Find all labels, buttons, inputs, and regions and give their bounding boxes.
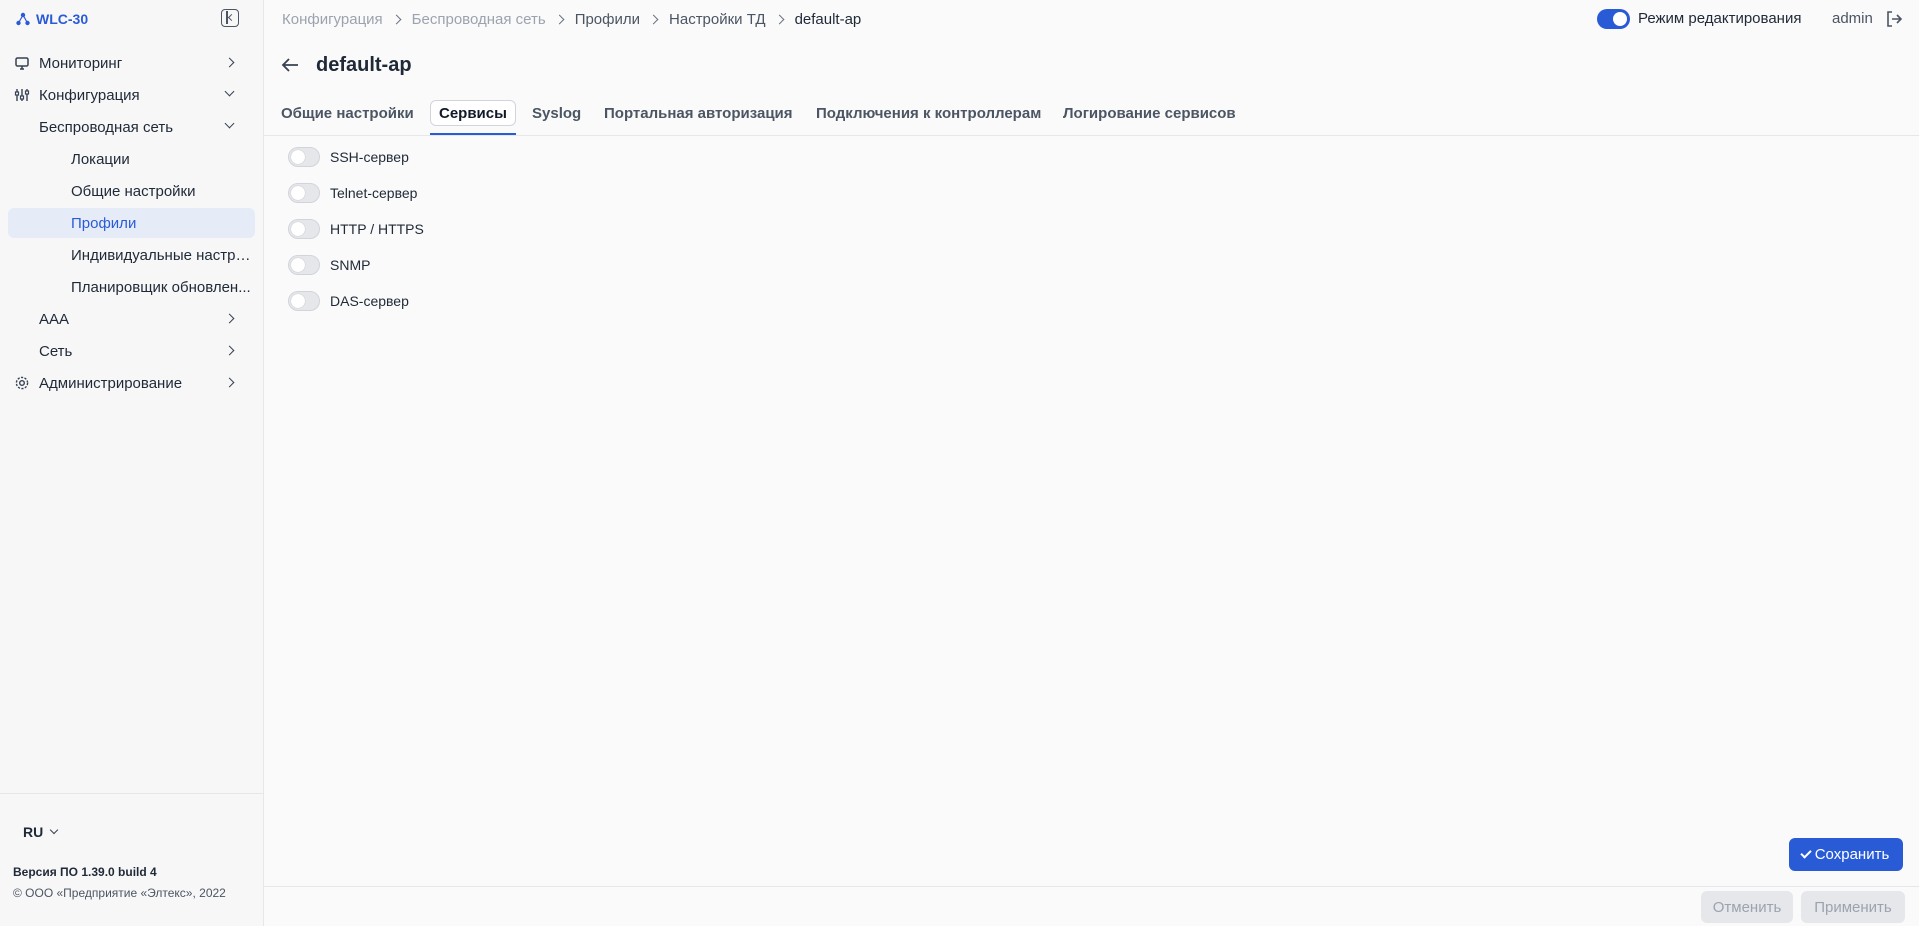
chevron-right-icon [224,57,235,68]
service-row-http: HTTP / HTTPS [288,218,424,240]
snmp-toggle[interactable] [288,255,320,275]
service-row-das: DAS-сервер [288,290,409,312]
service-row-telnet: Telnet-сервер [288,182,417,204]
sidebar-item-wireless[interactable]: Беспроводная сеть [8,112,255,142]
edit-mode-label: Режим редактирования [1638,10,1802,27]
chevron-right-icon [554,14,565,24]
back-arrow-icon[interactable] [281,57,299,73]
sidebar-item-network[interactable]: Сеть [8,336,255,366]
footer-divider [264,886,1919,887]
service-label: DAS-сервер [330,293,409,309]
breadcrumb-item[interactable]: Профили [575,11,640,28]
sidebar-collapse-icon[interactable] [221,9,239,27]
breadcrumb-item[interactable]: Конфигурация [282,11,383,28]
chevron-right-icon [648,14,659,24]
brand[interactable]: WLC-30 [16,9,88,29]
sidebar-item-label: Конфигурация [39,86,140,104]
sidebar-item-label: Сеть [39,342,73,360]
software-version: Версия ПО 1.39.0 build 4 [13,865,157,879]
apply-button[interactable]: Применить [1801,891,1905,923]
sidebar-item-label: Локации [71,150,130,168]
sidebar-item-administration[interactable]: Администрирование [8,368,255,398]
sidebar-item-update-scheduler[interactable]: Планировщик обновлен... [8,272,255,302]
copyright: © ООО «Предприятие «Элтекс», 2022 [13,886,226,900]
tab-portal-auth[interactable]: Портальная авторизация [604,100,793,126]
sidebar: WLC-30 Мониторинг Конфигурация Беспровод… [0,0,264,926]
language-select[interactable]: RU [23,824,59,840]
sidebar-item-label: Беспроводная сеть [39,118,174,136]
sidebar-item-aaa[interactable]: AAA [8,304,255,334]
chevron-down-icon [224,118,235,129]
sidebar-item-label: Общие настройки [71,182,196,200]
sidebar-item-individual-settings[interactable]: Индивидуальные настро... [8,240,255,270]
service-row-snmp: SNMP [288,254,370,276]
chevron-right-icon [224,345,235,356]
sidebar-item-monitoring[interactable]: Мониторинг [8,48,255,78]
sidebar-item-label: AAA [39,310,70,328]
logout-icon[interactable] [1884,9,1904,29]
tab-services[interactable]: Сервисы [430,100,516,126]
language-label: RU [23,824,44,840]
breadcrumb: Конфигурация Беспроводная сеть Профили Н… [282,9,861,29]
sidebar-item-label: Планировщик обновлен... [71,278,251,296]
divider [0,793,264,794]
chevron-right-icon [224,377,235,388]
breadcrumb-item[interactable]: Настройки ТД [669,11,766,28]
chevron-down-icon [49,825,59,835]
ssh-server-toggle[interactable] [288,147,320,167]
chevron-down-icon [224,86,235,97]
tab-service-logging[interactable]: Логирование сервисов [1063,100,1236,126]
user-name[interactable]: admin [1832,10,1873,27]
sliders-icon [14,89,30,101]
sidebar-item-general-settings[interactable]: Общие настройки [8,176,255,206]
cancel-button[interactable]: Отменить [1701,891,1793,923]
breadcrumb-item[interactable]: Беспроводная сеть [412,11,546,28]
edit-mode-toggle[interactable] [1597,9,1630,29]
service-label: SNMP [330,257,371,273]
monitor-icon [15,57,29,70]
sidebar-item-label: Мониторинг [39,54,123,72]
tab-bar: Общие настройки Сервисы Syslog Портальна… [264,96,1919,136]
telnet-server-toggle[interactable] [288,183,320,203]
service-label: SSH-сервер [330,149,409,165]
active-tab-indicator [430,133,516,135]
sidebar-item-label: Индивидуальные настро... [71,246,253,264]
save-button[interactable]: Сохранить [1789,838,1903,871]
chevron-right-icon [774,14,785,24]
chevron-right-icon [391,14,402,24]
tab-syslog[interactable]: Syslog [532,100,581,126]
sidebar-item-configuration[interactable]: Конфигурация [8,80,255,110]
page-title: default-ap [316,54,412,76]
das-server-toggle[interactable] [288,291,320,311]
app-title: WLC-30 [36,11,89,27]
sidebar-item-locations[interactable]: Локации [8,144,255,174]
sidebar-item-profiles[interactable]: Профили [8,208,255,238]
logo-icon [16,12,30,26]
tab-controller-connections[interactable]: Подключения к контроллерам [816,100,1041,126]
breadcrumb-current: default-ap [794,10,862,28]
tab-general-settings[interactable]: Общие настройки [281,100,414,126]
check-icon [1800,847,1812,859]
service-label: HTTP / HTTPS [330,221,424,237]
service-row-ssh: SSH-сервер [288,146,409,168]
sidebar-item-label: Профили [71,214,137,232]
gear-icon [15,376,29,390]
chevron-right-icon [224,313,235,324]
sidebar-item-label: Администрирование [39,374,183,392]
save-button-label: Сохранить [1814,846,1890,863]
http-https-toggle[interactable] [288,219,320,239]
service-label: Telnet-сервер [330,185,418,201]
